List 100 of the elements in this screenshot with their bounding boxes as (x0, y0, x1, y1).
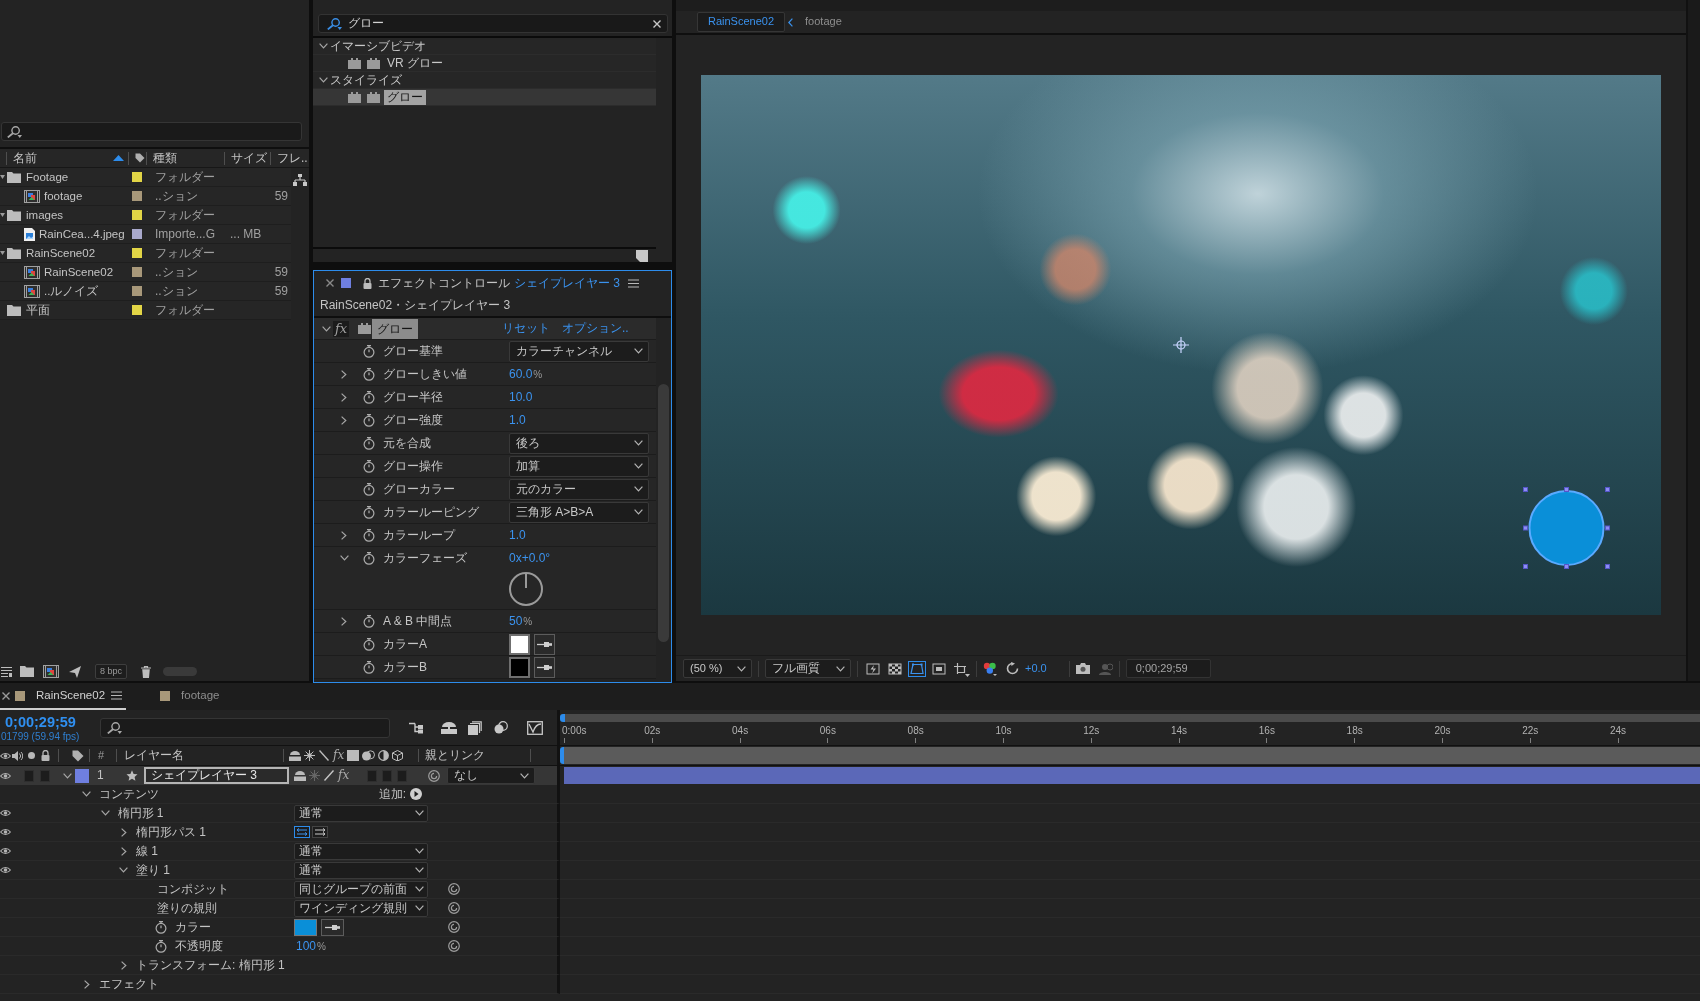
twirl-icon[interactable] (0, 213, 5, 217)
project-item[interactable]: images フォルダー (0, 206, 291, 225)
search-icon[interactable] (327, 17, 342, 30)
twirl-icon[interactable] (341, 392, 347, 402)
property-dropdown[interactable]: 三角形 A>B>A (509, 501, 649, 523)
switch-toggle[interactable] (397, 769, 408, 782)
switch-toggle[interactable] (382, 769, 393, 782)
blend-mode-dropdown[interactable]: 通常 (294, 842, 428, 860)
blend-mode-dropdown[interactable]: 通常 (294, 861, 428, 879)
category-row[interactable]: スタイライズ (313, 72, 656, 89)
effect-item[interactable]: グロー (313, 89, 656, 106)
property-value[interactable]: 1.0 (509, 412, 526, 428)
twirl-icon[interactable] (120, 846, 127, 856)
paper-plane-icon[interactable] (69, 665, 81, 678)
menu-icon[interactable] (628, 278, 639, 288)
work-area-handle[interactable] (560, 747, 564, 764)
tag-icon[interactable] (72, 749, 84, 762)
solo-toggle[interactable] (24, 769, 34, 782)
dome-wall-icon[interactable] (441, 721, 457, 734)
stopwatch-icon[interactable] (363, 459, 375, 473)
twirl-icon[interactable] (100, 810, 110, 816)
twirl-icon[interactable] (0, 175, 5, 179)
close-icon[interactable] (326, 279, 334, 287)
twirl-icon[interactable] (83, 979, 90, 989)
dot-icon[interactable] (28, 752, 35, 759)
twirl-icon[interactable] (319, 77, 328, 83)
close-icon[interactable] (2, 691, 10, 700)
property-dropdown[interactable]: 加算 (509, 455, 649, 477)
checkerboard-icon[interactable] (886, 660, 904, 677)
current-time[interactable]: 0;00;29;59 (5, 713, 100, 731)
stopwatch-icon[interactable] (363, 390, 375, 404)
column-header[interactable]: レイヤー名 (117, 748, 283, 763)
column-header[interactable]: 種類 (153, 150, 177, 166)
eyedropper-button[interactable] (534, 633, 555, 655)
switch-toggle[interactable] (367, 769, 378, 782)
blend-mode-dropdown[interactable]: 通常 (294, 804, 428, 822)
twirl-icon[interactable] (341, 415, 347, 425)
property-dropdown[interactable]: 元のカラー (509, 478, 649, 500)
property-dropdown[interactable]: ワインディング規則 (294, 899, 428, 917)
stopwatch-icon[interactable] (363, 552, 375, 565)
property-value[interactable]: 50% (509, 613, 533, 629)
path-direction-icon[interactable] (294, 826, 310, 838)
spiral-icon[interactable] (428, 769, 441, 782)
project-item[interactable]: RainCea...4.jpeg Importe...G ... MB (0, 225, 291, 244)
zoom-dropdown[interactable]: (50 %) (683, 659, 752, 678)
stopwatch-icon[interactable] (154, 920, 167, 934)
speaker-icon[interactable] (12, 750, 23, 761)
lock-icon[interactable] (41, 750, 50, 761)
stacked-squares-icon[interactable] (468, 720, 482, 735)
stopwatch-icon[interactable] (363, 614, 375, 628)
twirl-icon[interactable] (341, 369, 347, 379)
eyedropper-button[interactable] (321, 918, 344, 936)
search-field[interactable] (1, 122, 302, 141)
navigator-handle[interactable] (560, 714, 565, 722)
crosshair-icon[interactable] (1173, 337, 1189, 353)
lightning-icon[interactable] (864, 660, 882, 677)
bit-depth-button[interactable]: 8 bpc (95, 663, 128, 680)
selected-ellipse-drawing[interactable] (1522, 486, 1611, 570)
twirl-icon[interactable] (120, 827, 127, 837)
layer-name-field[interactable]: シェイプレイヤー 3 (144, 767, 289, 784)
color-swatch[interactable] (509, 633, 530, 655)
reset-link[interactable]: リセット (502, 321, 550, 336)
breadcrumb[interactable]: footage (799, 13, 852, 31)
page-icon[interactable] (636, 249, 648, 262)
reset-icon[interactable] (1006, 662, 1019, 675)
circles-icon[interactable] (494, 721, 508, 734)
clear-icon[interactable] (653, 19, 661, 28)
eye-icon[interactable] (0, 809, 11, 817)
spiral-icon[interactable] (448, 921, 460, 933)
eye-icon[interactable] (0, 751, 11, 760)
options-link[interactable]: オプション.. (562, 321, 629, 336)
project-item[interactable]: footage ..ション 59 (0, 187, 291, 206)
stopwatch-icon[interactable] (363, 344, 375, 358)
twirl-icon[interactable] (82, 791, 91, 797)
search-field[interactable]: グロー (318, 14, 668, 33)
property-value[interactable]: 1.0 (509, 527, 526, 543)
spiral-icon[interactable] (448, 940, 460, 952)
color-swatch[interactable] (294, 918, 317, 936)
search-icon[interactable] (7, 125, 22, 138)
property-dropdown[interactable]: カラーチャンネル (509, 340, 649, 362)
eye-icon[interactable] (0, 771, 11, 780)
spiral-icon[interactable] (448, 902, 460, 914)
color-dots-icon[interactable] (983, 661, 997, 676)
column-header[interactable]: 名前 (13, 150, 37, 166)
tab[interactable]: RainScene02 (0, 683, 127, 710)
eye-icon[interactable] (0, 847, 11, 855)
twirl-icon[interactable] (339, 555, 349, 561)
star-icon[interactable] (126, 770, 138, 781)
region-icon[interactable] (930, 660, 948, 677)
path-direction-icon[interactable] (312, 826, 328, 838)
parent-dropdown[interactable]: なし (447, 767, 536, 784)
twirl-icon[interactable] (341, 616, 347, 626)
list-icon[interactable] (1, 666, 12, 677)
camera-icon[interactable] (1075, 663, 1090, 674)
eye-icon[interactable] (0, 866, 11, 874)
tag-icon[interactable] (135, 153, 145, 163)
trapezoid-icon[interactable] (908, 660, 926, 677)
property-value[interactable]: 10.0 (509, 389, 533, 405)
crop-icon[interactable] (952, 660, 970, 677)
breadcrumb[interactable]: RainScene02 (697, 12, 786, 32)
